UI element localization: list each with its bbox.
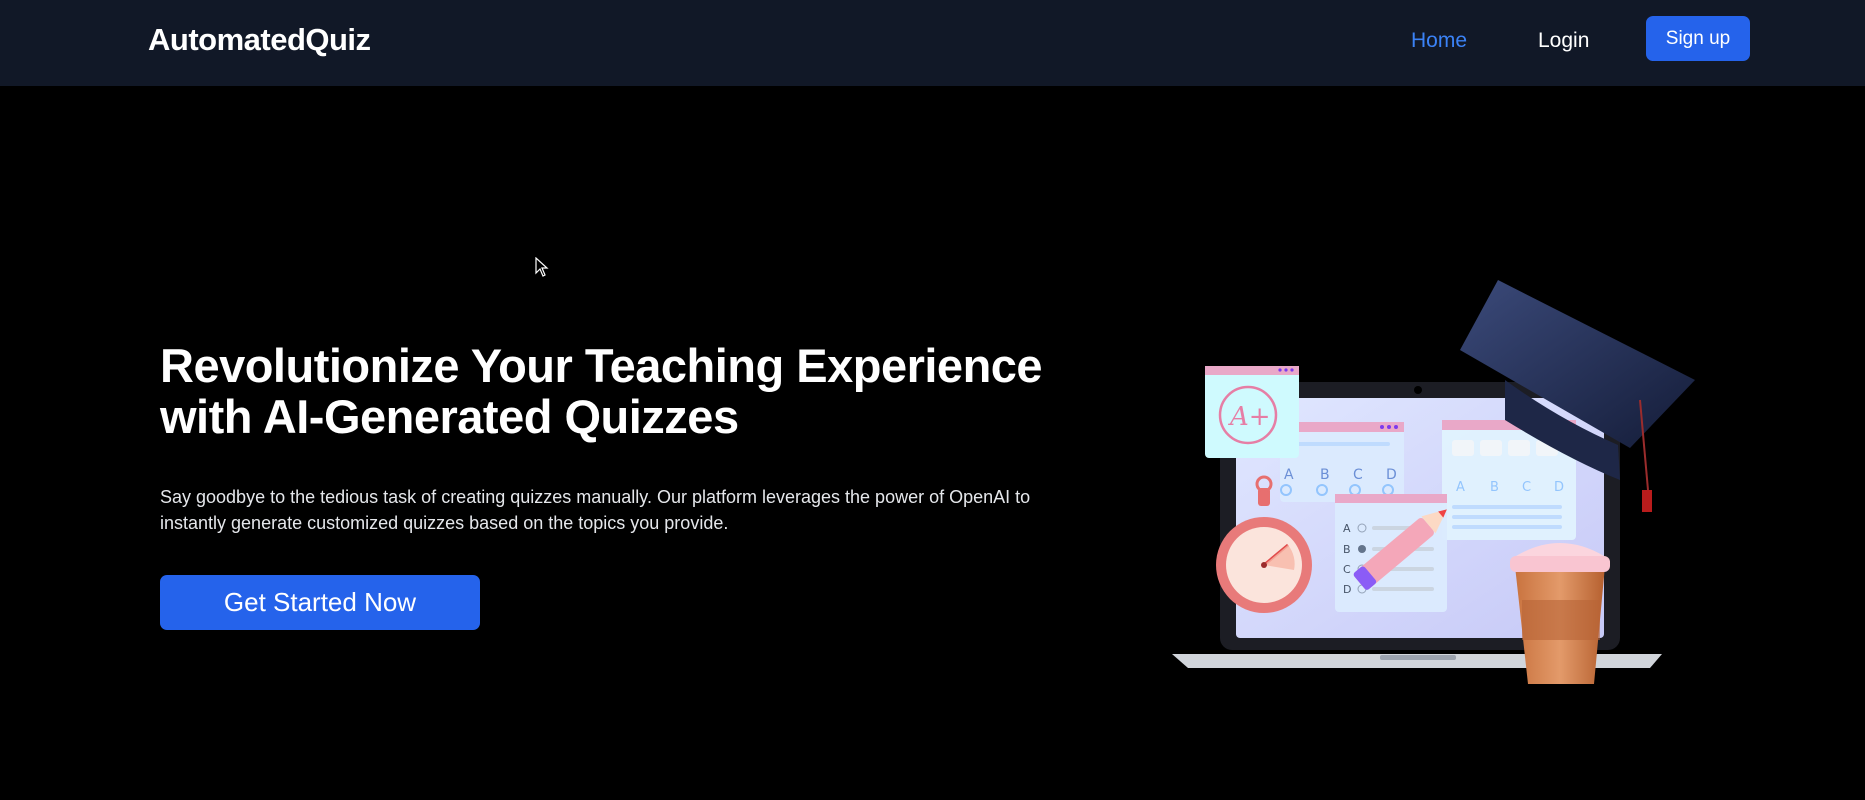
choice-a-label: A — [1284, 467, 1294, 483]
choice-c-label: C — [1353, 467, 1363, 483]
svg-text:D: D — [1554, 480, 1564, 495]
hero-title: Revolutionize Your Teaching Experience w… — [160, 339, 1043, 443]
svg-text:A: A — [1343, 522, 1351, 535]
mouse-cursor-icon — [535, 257, 549, 277]
brand-logo[interactable]: AutomatedQuiz — [148, 22, 371, 58]
svg-text:C: C — [1343, 563, 1351, 576]
nav-link-login[interactable]: Login — [1538, 29, 1589, 53]
quiz-laptop-illustration: A B C D A B C D A B C D A+ — [1172, 280, 1695, 684]
signup-button[interactable]: Sign up — [1646, 16, 1750, 61]
svg-text:B: B — [1343, 543, 1351, 556]
hero-description: Say goodbye to the tedious task of creat… — [160, 487, 1031, 533]
grade-label: A+ — [1228, 402, 1271, 432]
svg-text:C: C — [1522, 480, 1531, 495]
svg-text:B: B — [1490, 480, 1499, 495]
svg-text:A: A — [1456, 480, 1465, 495]
svg-text:D: D — [1343, 583, 1351, 596]
choice-b-label: B — [1320, 467, 1330, 483]
nav-link-home[interactable]: Home — [1411, 29, 1467, 53]
navbar: AutomatedQuiz Home Login Sign up — [0, 0, 1865, 86]
get-started-button[interactable]: Get Started Now — [160, 575, 480, 630]
choice-d-label: D — [1386, 467, 1397, 483]
grade-card-icon: A+ — [1205, 366, 1299, 458]
